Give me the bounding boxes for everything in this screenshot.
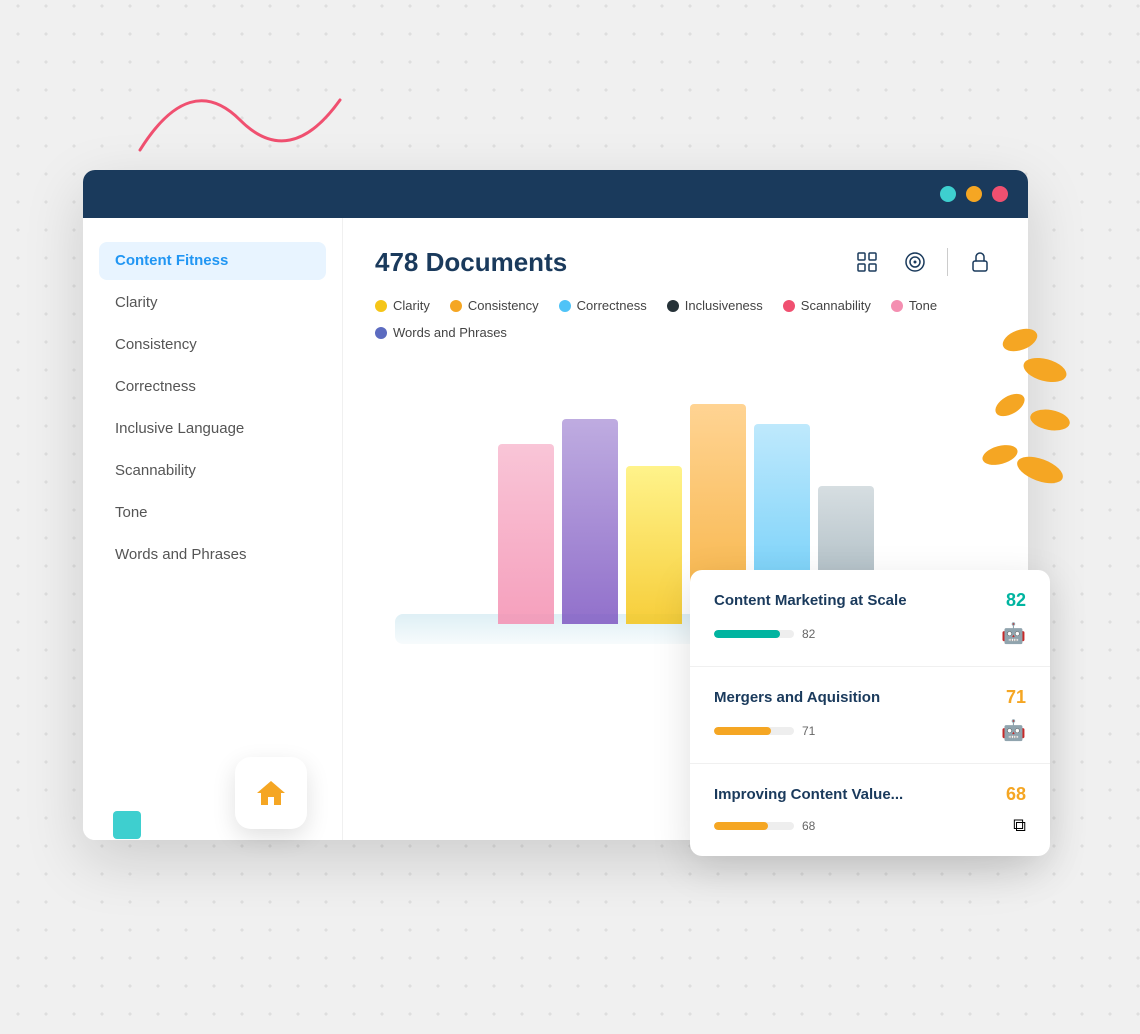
score-card-1[interactable]: Content Marketing at Scale 82 82 🤖 <box>690 570 1050 667</box>
legend-consistency: Consistency <box>450 298 539 313</box>
doc-count-title: 478 Documents <box>375 247 567 278</box>
sidebar-label-correctness: Correctness <box>115 378 196 395</box>
grid-icon[interactable] <box>851 246 883 278</box>
legend-inclusiveness: Inclusiveness <box>667 298 763 313</box>
score-card-2[interactable]: Mergers and Aquisition 71 71 🤖 <box>690 667 1050 764</box>
card2-score: 71 <box>1006 687 1026 708</box>
sidebar-label-scannability: Scannability <box>115 462 196 479</box>
card2-robot-icon: 🤖 <box>1001 718 1026 743</box>
sidebar: Content Fitness Clarity Consistency Corr… <box>83 218 343 840</box>
sidebar-item-correctness[interactable]: Correctness <box>99 368 326 406</box>
sidebar-label-inclusive: Inclusive Language <box>115 420 244 437</box>
sidebar-label-words: Words and Phrases <box>115 546 246 563</box>
browser-titlebar <box>83 170 1028 218</box>
card3-title: Improving Content Value... <box>714 786 903 803</box>
content-header: 478 Documents <box>375 246 996 278</box>
card3-bar-label: 68 <box>802 819 815 833</box>
legend-dot-clarity <box>375 300 387 312</box>
card1-title: Content Marketing at Scale <box>714 592 907 609</box>
legend-label-words: Words and Phrases <box>393 325 507 340</box>
home-icon <box>253 775 289 811</box>
chart-legend: Clarity Consistency Correctness Inclusiv… <box>375 298 996 340</box>
sidebar-item-tone[interactable]: Tone <box>99 494 326 532</box>
titlebar-dot-yellow <box>966 186 982 202</box>
legend-correctness: Correctness <box>559 298 647 313</box>
sidebar-active-label: Content Fitness <box>115 252 228 269</box>
legend-dot-tone <box>891 300 903 312</box>
titlebar-dot-pink <box>992 186 1008 202</box>
card2-bar-row: 71 <box>714 724 815 738</box>
legend-label-clarity: Clarity <box>393 298 430 313</box>
bar-3 <box>626 466 682 624</box>
header-divider <box>947 248 948 276</box>
legend-label-correctness: Correctness <box>577 298 647 313</box>
sidebar-label-clarity: Clarity <box>115 294 158 311</box>
card3-score: 68 <box>1006 784 1026 805</box>
legend-words-phrases: Words and Phrases <box>375 325 507 340</box>
card3-copy-icon: ⧉ <box>1013 815 1026 836</box>
sidebar-item-inclusive-language[interactable]: Inclusive Language <box>99 410 326 448</box>
teal-accent-square <box>113 811 141 839</box>
card2-bar-label: 71 <box>802 724 815 738</box>
card1-robot-icon: 🤖 <box>1001 621 1026 646</box>
target-icon[interactable] <box>899 246 931 278</box>
score-card-3[interactable]: Improving Content Value... 68 68 ⧉ <box>690 764 1050 856</box>
lock-icon[interactable] <box>964 246 996 278</box>
legend-scannability: Scannability <box>783 298 871 313</box>
sidebar-item-content-fitness[interactable]: Content Fitness <box>99 242 326 280</box>
titlebar-dot-teal <box>940 186 956 202</box>
legend-label-consistency: Consistency <box>468 298 539 313</box>
home-icon-card <box>235 757 307 829</box>
score-cards-panel: Content Marketing at Scale 82 82 🤖 Merge… <box>690 570 1050 856</box>
card3-bar-row: 68 <box>714 819 815 833</box>
legend-dot-scannability <box>783 300 795 312</box>
header-icons-group <box>851 246 996 278</box>
bar-2 <box>562 419 618 624</box>
squiggle-decoration <box>130 60 360 180</box>
sidebar-item-words-phrases[interactable]: Words and Phrases <box>99 536 326 574</box>
legend-dot-words <box>375 327 387 339</box>
card1-bar-row: 82 <box>714 627 815 641</box>
sidebar-item-scannability[interactable]: Scannability <box>99 452 326 490</box>
legend-dot-consistency <box>450 300 462 312</box>
card1-bar-label: 82 <box>802 627 815 641</box>
sidebar-item-consistency[interactable]: Consistency <box>99 326 326 364</box>
legend-dot-correctness <box>559 300 571 312</box>
sidebar-label-tone: Tone <box>115 504 148 521</box>
legend-label-scannability: Scannability <box>801 298 871 313</box>
card1-score: 82 <box>1006 590 1026 611</box>
bar-1 <box>498 444 554 624</box>
legend-dot-inclusiveness <box>667 300 679 312</box>
legend-clarity: Clarity <box>375 298 430 313</box>
orange-strokes-decoration <box>910 310 1070 540</box>
card2-title: Mergers and Aquisition <box>714 689 880 706</box>
sidebar-label-consistency: Consistency <box>115 336 197 353</box>
sidebar-item-clarity[interactable]: Clarity <box>99 284 326 322</box>
legend-label-inclusiveness: Inclusiveness <box>685 298 763 313</box>
